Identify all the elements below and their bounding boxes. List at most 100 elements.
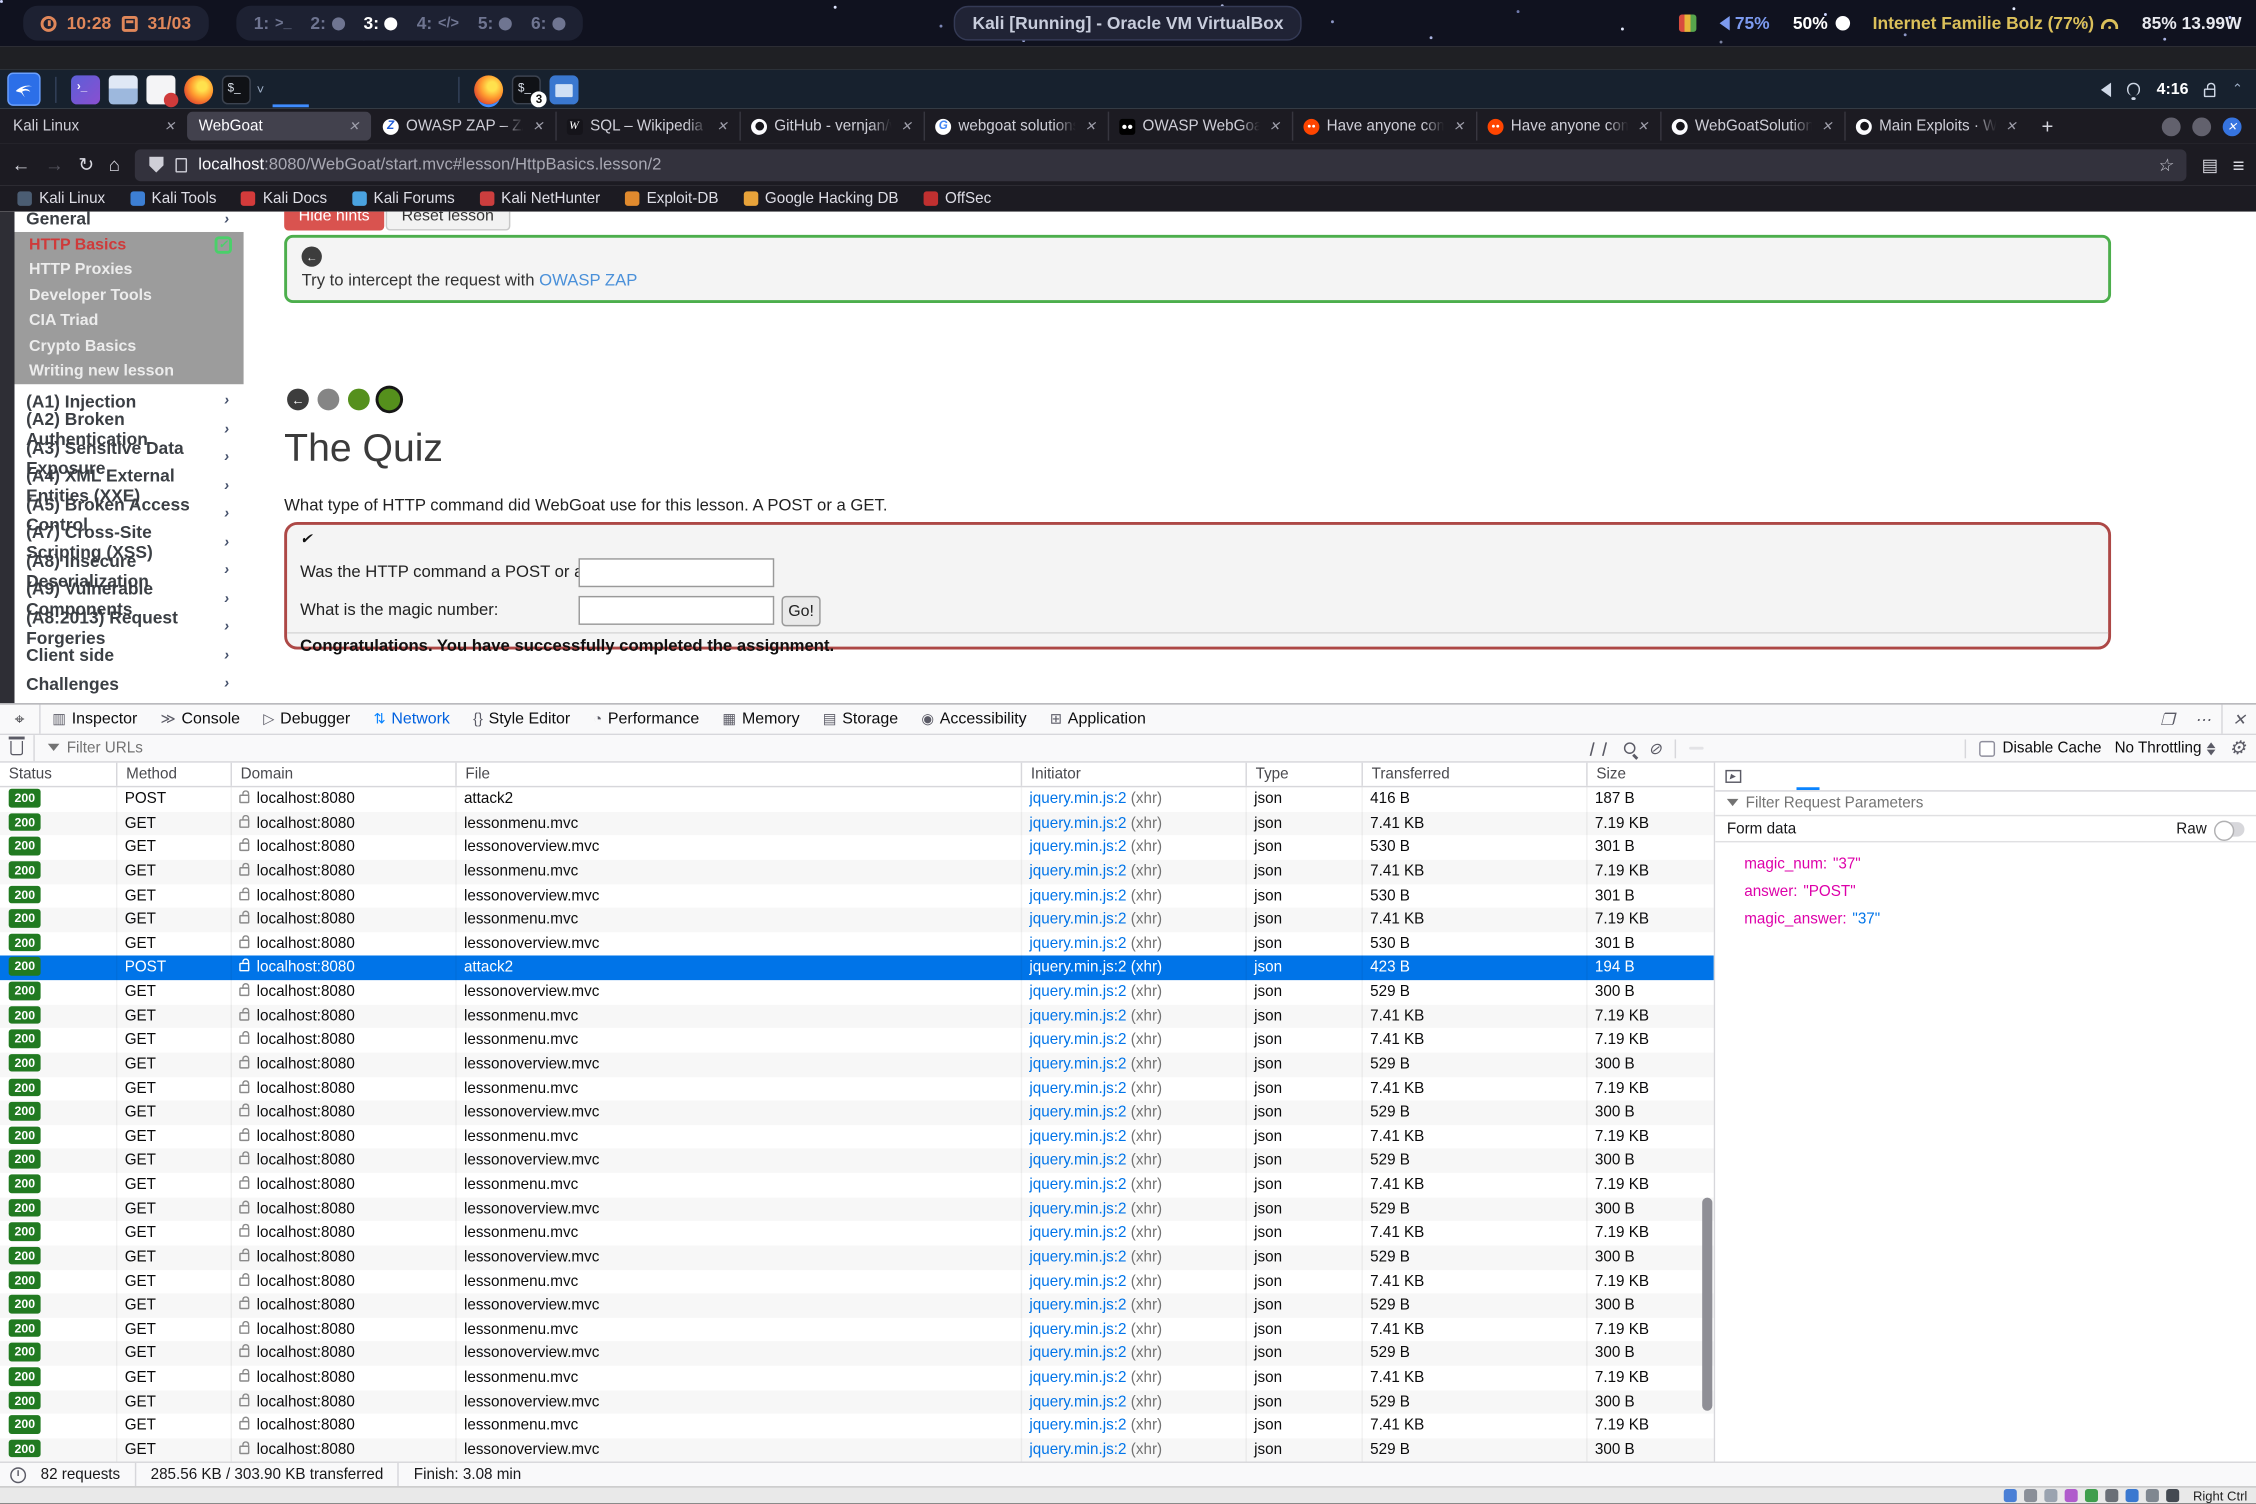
- details-tab[interactable]: [1843, 763, 1866, 791]
- network-request-row[interactable]: 200 GET localhost:8080 lessonmenu.mvc jq…: [0, 1004, 1714, 1028]
- devtools-tab[interactable]: ▷ Debugger: [252, 705, 362, 734]
- kali-menu-button[interactable]: [7, 72, 40, 105]
- sidebar-category[interactable]: Challenges: [14, 670, 243, 698]
- restore-button[interactable]: [2192, 117, 2211, 136]
- request-type-filter[interactable]: [1800, 747, 1814, 750]
- firefox-launcher-icon[interactable]: [184, 75, 213, 104]
- volume-indicator[interactable]: 75%: [1719, 13, 1770, 33]
- network-request-row[interactable]: 200 GET localhost:8080 lessonoverview.mv…: [0, 884, 1714, 908]
- network-request-row[interactable]: 200 GET localhost:8080 lessonoverview.mv…: [0, 836, 1714, 860]
- bookmark-item[interactable]: Exploit-DB: [625, 190, 719, 207]
- network-icon[interactable]: [2086, 1489, 2099, 1502]
- network-request-row[interactable]: 200 GET localhost:8080 lessonoverview.mv…: [0, 1438, 1714, 1461]
- devtools-tab[interactable]: ▦ Memory: [711, 705, 811, 734]
- devtools-tab[interactable]: ◉ Accessibility: [910, 705, 1039, 734]
- request-type-filter[interactable]: [1882, 747, 1896, 750]
- browser-tab[interactable]: SQL – Wikipedia: [555, 112, 739, 141]
- usb-icon[interactable]: [2106, 1489, 2119, 1502]
- host-workspace[interactable]: 4: </>: [417, 13, 459, 33]
- column-header[interactable]: Transferred: [1361, 763, 1586, 786]
- toggle-switch-icon[interactable]: [2215, 821, 2244, 835]
- sidebar-lesson-item[interactable]: Developer Tools: [14, 283, 243, 308]
- sidebar-lesson-item[interactable]: CIA Triad: [14, 308, 243, 333]
- volume-icon[interactable]: [2102, 82, 2112, 96]
- taskbar-workspace-button[interactable]: [318, 71, 354, 107]
- browser-tab[interactable]: GitHub - vernjan/we: [739, 112, 923, 141]
- network-request-row[interactable]: 200 GET localhost:8080 lessonmenu.mvc jq…: [0, 860, 1714, 884]
- browser-tab[interactable]: WebGoat: [187, 112, 371, 141]
- sidebar-item-general[interactable]: General: [14, 212, 243, 232]
- column-header[interactable]: Size: [1586, 763, 1715, 786]
- devtools-tab[interactable]: ▥ Inspector: [41, 705, 149, 734]
- file-manager-icon[interactable]: [109, 75, 138, 104]
- taskbar-workspace-button[interactable]: [273, 71, 309, 107]
- network-request-row[interactable]: 200 GET localhost:8080 lessonmenu.mvc jq…: [0, 1318, 1714, 1342]
- tracking-shield-icon[interactable]: [149, 157, 163, 173]
- sidebar-lesson-item[interactable]: HTTP Basics: [14, 232, 243, 257]
- network-request-row[interactable]: 200 GET localhost:8080 lessonoverview.mv…: [0, 1245, 1714, 1269]
- network-request-row[interactable]: 200 GET localhost:8080 lessonoverview.mv…: [0, 1149, 1714, 1173]
- hint-prev-icon[interactable]: [302, 246, 322, 266]
- tray-app-icon[interactable]: [1678, 14, 1695, 31]
- devtools-tab[interactable]: ≫ Console: [149, 705, 252, 734]
- pager-back-button[interactable]: [287, 389, 309, 411]
- network-request-row[interactable]: 200 GET localhost:8080 lessonmenu.mvc jq…: [0, 908, 1714, 932]
- lock-icon[interactable]: [2205, 88, 2217, 97]
- magic-number-input[interactable]: [579, 596, 775, 625]
- network-request-row[interactable]: 200 GET localhost:8080 lessonoverview.mv…: [0, 1052, 1714, 1076]
- performance-analysis-icon[interactable]: [10, 1467, 26, 1483]
- hamburger-menu-icon[interactable]: [2233, 153, 2245, 176]
- tab-close-icon[interactable]: [1635, 118, 1649, 134]
- meatball-menu-icon[interactable]: [2185, 710, 2221, 729]
- request-type-filter[interactable]: [1855, 747, 1869, 750]
- tab-close-icon[interactable]: [1267, 118, 1281, 134]
- details-tab[interactable]: [1750, 763, 1773, 791]
- initiator-link[interactable]: jquery.min.js:2: [1029, 1272, 1126, 1289]
- go-button[interactable]: Go!: [781, 596, 820, 626]
- host-workspace[interactable]: 5:: [478, 13, 512, 33]
- column-header[interactable]: Domain: [231, 763, 456, 786]
- taskbar-clock[interactable]: 4:16: [2157, 80, 2189, 97]
- reset-lesson-button[interactable]: Reset lesson: [386, 212, 510, 231]
- initiator-link[interactable]: jquery.min.js:2: [1029, 1296, 1126, 1313]
- forward-button[interactable]: [45, 154, 64, 176]
- initiator-link[interactable]: jquery.min.js:2: [1029, 1055, 1126, 1072]
- browser-tab[interactable]: webgoat solutions -: [924, 112, 1108, 141]
- throttling-select[interactable]: No Throttling: [2115, 737, 2216, 759]
- initiator-link[interactable]: jquery.min.js:2: [1029, 887, 1126, 904]
- bookmark-item[interactable]: Kali Linux: [17, 190, 105, 207]
- tab-close-icon[interactable]: [1083, 118, 1097, 134]
- new-tab-button[interactable]: [2028, 115, 2066, 138]
- disable-cache-checkbox[interactable]: Disable Cache: [1979, 739, 2101, 756]
- text-editor-icon[interactable]: [146, 75, 175, 104]
- network-request-row[interactable]: 200 GET localhost:8080 lessonmenu.mvc jq…: [0, 1414, 1714, 1438]
- initiator-link[interactable]: jquery.min.js:2: [1029, 935, 1126, 952]
- network-request-row[interactable]: 200 GET localhost:8080 lessonoverview.mv…: [0, 980, 1714, 1004]
- initiator-link[interactable]: jquery.min.js:2: [1029, 838, 1126, 855]
- request-type-filter[interactable]: [1937, 747, 1951, 750]
- raw-toggle[interactable]: Raw: [2176, 820, 2244, 837]
- initiator-link[interactable]: jquery.min.js:2: [1029, 1104, 1126, 1121]
- bookmark-item[interactable]: OffSec: [923, 190, 991, 207]
- chevron-down-icon[interactable]: ˅: [257, 82, 265, 96]
- scrollbar-thumb[interactable]: [1702, 1198, 1712, 1411]
- block-icon[interactable]: [1648, 739, 1661, 758]
- network-request-row[interactable]: 200 POST localhost:8080 attack2 jquery.m…: [0, 787, 1714, 811]
- pause-icon[interactable]: [1586, 740, 1611, 756]
- initiator-link[interactable]: jquery.min.js:2: [1029, 1176, 1126, 1193]
- browser-tab[interactable]: OWASP WebGoat: G: [1108, 112, 1292, 141]
- browser-tab[interactable]: Kali Linux: [3, 112, 187, 141]
- filter-request-parameters-input[interactable]: Filter Request Parameters: [1715, 792, 2256, 817]
- bookmark-item[interactable]: Kali Docs: [241, 190, 327, 207]
- library-icon[interactable]: [2202, 154, 2218, 174]
- initiator-link[interactable]: jquery.min.js:2: [1029, 1369, 1126, 1386]
- display-icon[interactable]: [2004, 1489, 2017, 1502]
- initiator-link[interactable]: jquery.min.js:2: [1029, 983, 1126, 1000]
- bell-icon[interactable]: [2128, 83, 2141, 96]
- column-header[interactable]: Status: [0, 763, 116, 786]
- initiator-link[interactable]: jquery.min.js:2: [1029, 1200, 1126, 1217]
- owasp-zap-link[interactable]: OWASP ZAP: [539, 273, 637, 290]
- network-request-row[interactable]: 200 POST localhost:8080 attack2 jquery.m…: [0, 956, 1714, 980]
- network-request-row[interactable]: 200 GET localhost:8080 lessonmenu.mvc jq…: [0, 1366, 1714, 1390]
- host-workspace[interactable]: 2:: [310, 13, 344, 33]
